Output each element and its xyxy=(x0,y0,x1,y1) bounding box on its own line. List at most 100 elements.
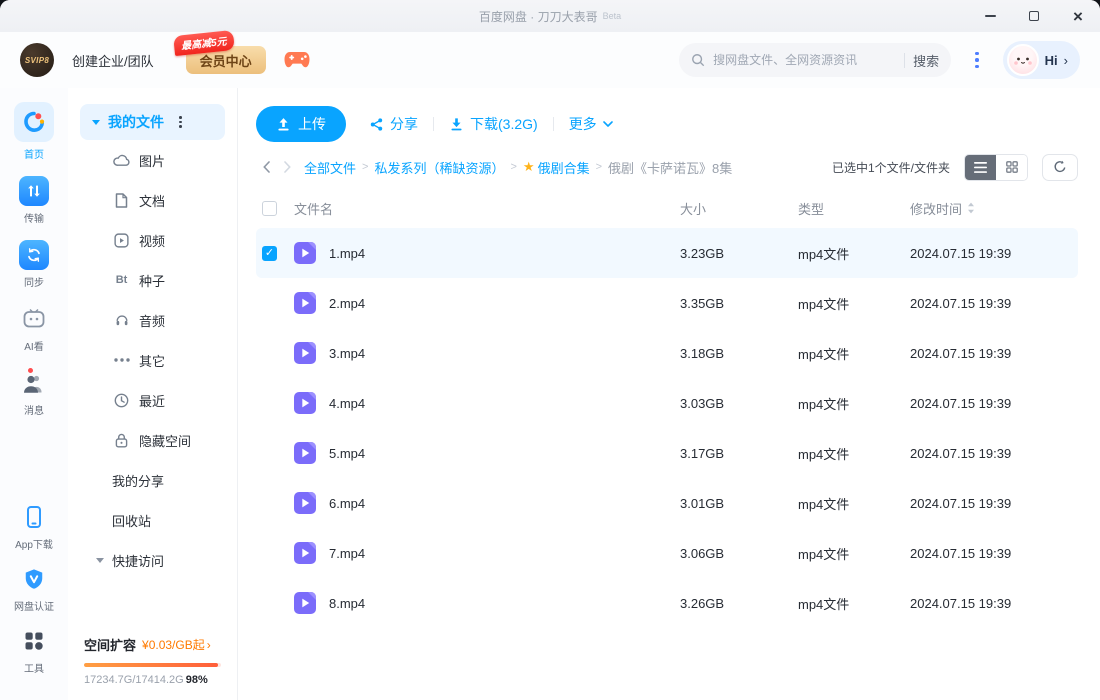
transfer-icon xyxy=(19,176,49,206)
share-button[interactable]: 分享 xyxy=(354,114,433,134)
maximize-button[interactable] xyxy=(1012,0,1056,32)
file-type: mp4文件 xyxy=(798,344,910,363)
file-row[interactable]: 8.mp4 3.26GB mp4文件 2024.07.15 19:39 xyxy=(256,578,1078,628)
column-modified[interactable]: 修改时间 xyxy=(910,199,1078,218)
rail-item-transfer[interactable]: 传输 xyxy=(19,176,49,225)
more-button[interactable]: 更多 xyxy=(554,114,628,134)
rail-item-tools[interactable]: 工具 xyxy=(24,626,44,675)
rail-bottom: App下载 网盘认证 工具 xyxy=(14,502,54,688)
more-menu-icon[interactable] xyxy=(969,46,985,75)
toolbar: 上传 分享 下载(3.2G) 更多 xyxy=(256,104,1078,144)
rail-item-sync[interactable]: AI看 同步 xyxy=(19,240,49,289)
select-all-checkbox[interactable] xyxy=(262,201,277,216)
sidebar-item-my-files[interactable]: 我的文件 xyxy=(80,104,225,140)
sort-icon[interactable] xyxy=(967,202,975,214)
file-name[interactable]: 6.mp4 xyxy=(329,496,365,511)
file-type: mp4文件 xyxy=(798,394,910,413)
refresh-button[interactable] xyxy=(1042,154,1078,181)
others-icon xyxy=(113,358,130,362)
create-team-link[interactable]: 创建企业/团队 xyxy=(72,51,154,70)
storage-section: 空间扩容 ¥0.03/GB起› 17234.7G/17414.2G98% xyxy=(80,635,225,686)
rail-item-messages[interactable]: 消息 xyxy=(22,368,46,417)
column-size[interactable]: 大小 xyxy=(680,199,798,218)
breadcrumb-separator: > xyxy=(510,161,516,173)
torrent-icon: Bt xyxy=(113,274,130,286)
sidebar-item-images[interactable]: 图片 xyxy=(80,140,225,180)
row-checkbox[interactable] xyxy=(262,246,277,261)
column-type[interactable]: 类型 xyxy=(798,199,910,218)
file-name[interactable]: 5.mp4 xyxy=(329,446,365,461)
mp4-file-icon xyxy=(294,242,316,264)
main-panel: 上传 分享 下载(3.2G) 更多 xyxy=(238,88,1100,700)
sidebar-item-quick-access[interactable]: 快捷访问 xyxy=(80,540,225,580)
column-name[interactable]: 文件名 xyxy=(294,199,680,218)
sync-icon xyxy=(19,240,49,270)
greeting-text: Hi xyxy=(1045,53,1058,68)
breadcrumb-private-series[interactable]: 私发系列（稀缺资源） xyxy=(374,158,504,177)
sidebar-item-hidden-space[interactable]: 隐藏空间 xyxy=(80,420,225,460)
sidebar-item-others[interactable]: 其它 xyxy=(80,340,225,380)
my-files-kebab-icon[interactable] xyxy=(176,113,185,131)
close-button[interactable]: × xyxy=(1056,0,1100,32)
file-name[interactable]: 1.mp4 xyxy=(329,246,365,261)
list-view-button[interactable] xyxy=(965,155,996,180)
user-account[interactable]: Hi › xyxy=(1003,41,1080,79)
file-name[interactable]: 2.mp4 xyxy=(329,296,365,311)
file-modified: 2024.07.15 19:39 xyxy=(910,496,1078,511)
download-button[interactable]: 下载(3.2G) xyxy=(434,114,553,134)
file-row[interactable]: 7.mp4 3.06GB mp4文件 2024.07.15 19:39 xyxy=(256,528,1078,578)
storage-progress-bar xyxy=(84,663,221,667)
rail-item-app-download[interactable]: App下载 xyxy=(15,502,53,551)
sidebar-item-videos[interactable]: 视频 xyxy=(80,220,225,260)
mp4-file-icon xyxy=(294,292,316,314)
file-type: mp4文件 xyxy=(798,494,910,513)
ai-icon xyxy=(22,304,46,334)
sidebar-item-recycle-bin[interactable]: 回收站 xyxy=(80,500,225,540)
rail-item-home[interactable]: 首页 xyxy=(14,102,54,161)
file-row[interactable]: 2.mp4 3.35GB mp4文件 2024.07.15 19:39 xyxy=(256,278,1078,328)
unread-badge xyxy=(27,367,34,374)
back-button[interactable] xyxy=(256,161,277,173)
storage-price-link[interactable]: ¥0.03/GB起› xyxy=(142,636,211,653)
breadcrumb-current: 俄剧《卡萨诺瓦》8集 xyxy=(608,158,732,177)
file-name[interactable]: 4.mp4 xyxy=(329,396,365,411)
file-row[interactable]: 5.mp4 3.17GB mp4文件 2024.07.15 19:39 xyxy=(256,428,1078,478)
file-tree-sidebar: 我的文件 图片 文档 视频 Bt 种子 音频 xyxy=(68,88,238,700)
file-row[interactable]: 3.mp4 3.18GB mp4文件 2024.07.15 19:39 xyxy=(256,328,1078,378)
game-icon[interactable] xyxy=(284,51,310,69)
upload-button[interactable]: 上传 xyxy=(256,106,346,142)
breadcrumb-all-files[interactable]: 全部文件 xyxy=(304,158,356,177)
minimize-icon xyxy=(985,15,996,17)
file-type: mp4文件 xyxy=(798,544,910,563)
sidebar-item-documents[interactable]: 文档 xyxy=(80,180,225,220)
search-input[interactable] xyxy=(713,53,896,67)
file-row[interactable]: 6.mp4 3.01GB mp4文件 2024.07.15 19:39 xyxy=(256,478,1078,528)
minimize-button[interactable] xyxy=(968,0,1012,32)
file-row[interactable]: 4.mp4 3.03GB mp4文件 2024.07.15 19:39 xyxy=(256,378,1078,428)
grid-view-button[interactable] xyxy=(996,155,1027,180)
search-button[interactable]: 搜索 xyxy=(913,51,939,70)
beta-badge: Beta xyxy=(603,11,622,21)
storage-expand-label[interactable]: 空间扩容 xyxy=(84,635,136,654)
recent-icon xyxy=(113,393,130,408)
vip-center-wrap: 会员中心 最高减5元 xyxy=(186,46,266,74)
file-name[interactable]: 3.mp4 xyxy=(329,346,365,361)
search-divider xyxy=(904,53,905,68)
rail-item-certification[interactable]: 网盘认证 xyxy=(14,564,54,613)
file-row[interactable]: 1.mp4 3.23GB mp4文件 2024.07.15 19:39 xyxy=(256,228,1078,278)
app-logo[interactable]: SVIP8 xyxy=(20,43,54,77)
mp4-file-icon xyxy=(294,392,316,414)
breadcrumb-russian-collection[interactable]: ★俄剧合集 xyxy=(523,158,590,177)
rail-item-ai[interactable]: AI看 xyxy=(22,304,46,353)
storage-progress-fill xyxy=(84,663,218,667)
sidebar-item-audio[interactable]: 音频 xyxy=(80,300,225,340)
sidebar-item-torrents[interactable]: Bt 种子 xyxy=(80,260,225,300)
sidebar-item-recent[interactable]: 最近 xyxy=(80,380,225,420)
window-title: 百度网盘 · 刀刀大表哥 xyxy=(479,8,598,25)
sidebar-item-my-shares[interactable]: 我的分享 xyxy=(80,460,225,500)
titlebar[interactable]: 百度网盘 · 刀刀大表哥 Beta × xyxy=(0,0,1100,32)
forward-button[interactable] xyxy=(277,161,298,173)
file-name[interactable]: 8.mp4 xyxy=(329,596,365,611)
refresh-icon xyxy=(1053,160,1067,174)
file-name[interactable]: 7.mp4 xyxy=(329,546,365,561)
